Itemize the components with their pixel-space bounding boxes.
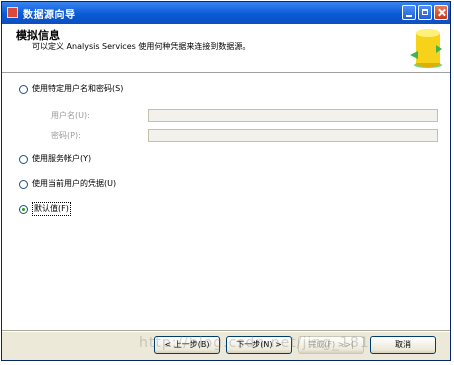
password-field[interactable] [148, 129, 438, 142]
option-label: 使用特定用户名和密码(S) [32, 84, 124, 93]
minimize-icon[interactable] [402, 5, 416, 20]
footer-separator [2, 330, 450, 332]
title-bar[interactable]: 数据源向导 [2, 2, 450, 24]
maximize-icon[interactable] [418, 5, 432, 20]
option-label: 使用当前用户的凭据(U) [32, 179, 117, 188]
option-specific-credentials[interactable]: 使用特定用户名和密码(S) [19, 83, 123, 95]
option-current-user[interactable]: 使用当前用户的凭据(U) [19, 178, 116, 190]
radio-default[interactable] [19, 204, 28, 214]
username-field[interactable] [148, 109, 438, 122]
wizard-header: 模拟信息 可以定义 Analysis Services 使用何种凭据来连接到数据… [2, 24, 450, 73]
option-service-account[interactable]: 使用服务帐户(Y) [19, 153, 91, 165]
watermark: http://blog.csdn.net/jing_181 [139, 335, 370, 351]
window-title: 数据源向导 [23, 10, 76, 21]
data-source-wizard-window: 数据源向导 模拟信息 可以定义 Analysis Services 使用何种凭据… [1, 1, 451, 361]
cancel-button[interactable]: 取消 [370, 336, 436, 354]
radio-current-user[interactable] [19, 179, 28, 189]
database-icon [410, 29, 442, 68]
radio-service-account[interactable] [19, 154, 28, 164]
radio-specific-credentials[interactable] [19, 84, 28, 94]
password-label: 密码(P): [51, 131, 81, 140]
close-icon[interactable] [434, 5, 448, 20]
app-icon [7, 7, 18, 18]
option-label: 默认值(F) [32, 202, 71, 216]
option-label: 使用服务帐户(Y) [32, 154, 92, 163]
username-label: 用户名(U): [51, 111, 90, 120]
page-subtitle: 可以定义 Analysis Services 使用何种凭据来连接到数据源。 [32, 42, 251, 51]
wizard-content: 使用特定用户名和密码(S) 用户名(U): 密码(P): 使用服务帐户(Y) 使… [2, 73, 450, 332]
option-default[interactable]: 默认值(F) [19, 202, 71, 216]
